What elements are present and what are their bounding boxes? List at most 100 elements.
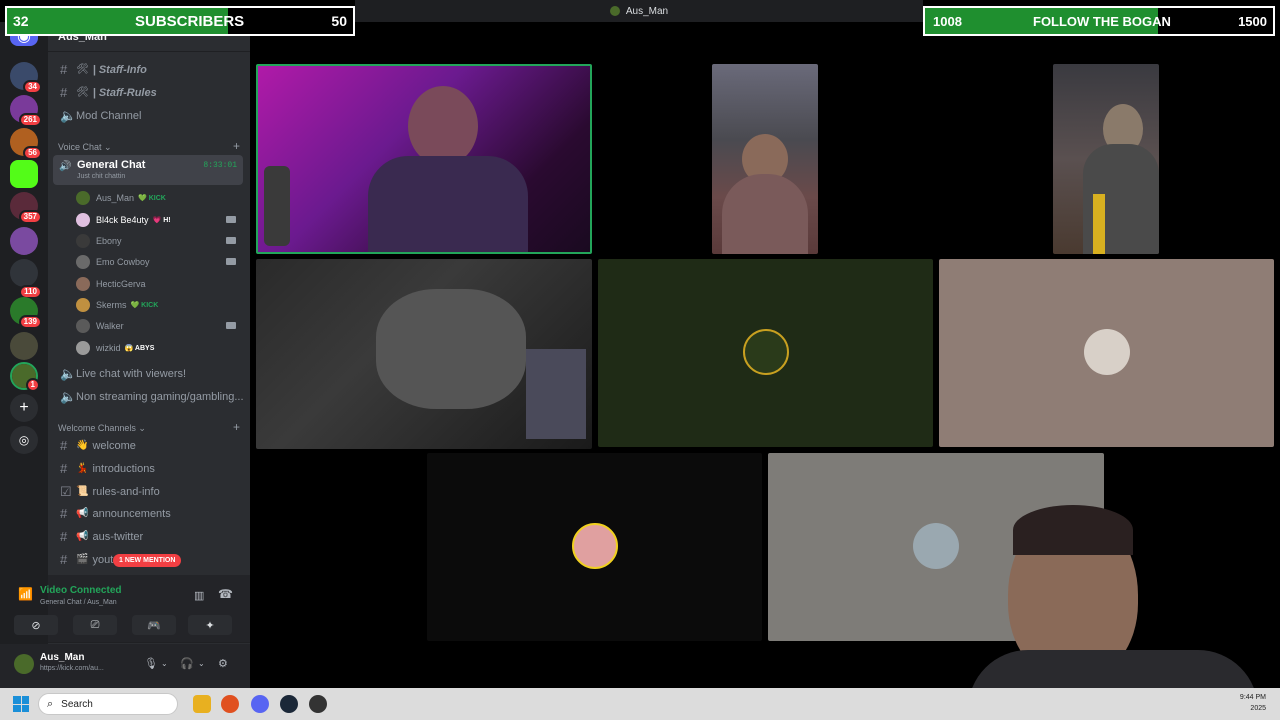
avatar (76, 254, 90, 269)
kick-server-icon[interactable] (10, 160, 38, 188)
voice-user[interactable]: Emo Cowboy (76, 251, 242, 272)
clapper-icon: 🎬 (76, 554, 89, 565)
headphones-icon[interactable]: 🎧 (180, 657, 194, 670)
screen-share-button[interactable]: ⎚ (73, 615, 117, 635)
hash-icon: # (60, 62, 68, 77)
server-icon[interactable]: 34 (10, 62, 42, 94)
gear-icon[interactable]: ⚙ (218, 657, 228, 670)
steam-icon[interactable] (280, 695, 298, 713)
category-welcome-channels[interactable]: Welcome Channels ⌄ (58, 423, 146, 434)
voice-user[interactable]: Ebony (76, 230, 242, 251)
user-tag: 😱 ABYS (124, 344, 155, 352)
server-icon[interactable]: 357 (10, 192, 42, 224)
channel-aus-twitter[interactable]: # 📢 aus-twitter (54, 526, 244, 547)
voice-user[interactable]: Walker (76, 315, 242, 336)
discord-icon[interactable] (251, 695, 269, 713)
voice-user-name: Aus_Man (96, 192, 135, 203)
video-tile[interactable] (939, 259, 1274, 447)
explore-icon[interactable]: ◎ (10, 426, 38, 454)
server-icon[interactable]: 261 (10, 95, 42, 127)
category-voice-chat[interactable]: Voice Chat ⌄ (58, 142, 112, 153)
taskbar-search[interactable]: ⌕ Search (38, 693, 178, 715)
microphone-icon[interactable]: 🎙 (144, 657, 158, 670)
avatar (76, 276, 90, 291)
channel-staff-rules[interactable]: # 🛠 | Staff-Rules (54, 82, 244, 103)
goal-current: 1008 (933, 13, 962, 29)
participant-avatar (1084, 329, 1130, 375)
add-server-icon[interactable]: + (10, 394, 38, 422)
avatar (76, 340, 90, 355)
file-explorer-icon[interactable] (193, 695, 211, 713)
avatar[interactable] (14, 654, 34, 674)
channel-label: | Staff-Rules (92, 86, 157, 99)
voice-user-name: Skerms (96, 299, 127, 310)
video-tile[interactable] (256, 64, 592, 254)
voice-user[interactable]: Skerms 💚 KICK (76, 294, 242, 315)
activities-button[interactable]: 🎮 (132, 615, 176, 635)
video-tile[interactable] (712, 64, 818, 254)
windows-start-icon[interactable] (13, 696, 29, 712)
camera-icon (226, 322, 236, 329)
server-icon[interactable] (10, 227, 38, 255)
channel-welcome[interactable]: # 👋 welcome (54, 435, 244, 456)
avatar (76, 212, 90, 227)
follow-goal-bar: 1008 FOLLOW THE BOGAN 1500 (923, 6, 1275, 36)
voice-user-name: wizkid (96, 342, 121, 353)
unread-badge: 261 (18, 113, 42, 127)
channel-label: welcome (92, 439, 136, 452)
voice-user[interactable]: HecticGerva (76, 273, 242, 294)
voice-channel-non-streaming[interactable]: 🔈 Non streaming gaming/gambling... (54, 386, 244, 407)
server-icon[interactable]: 56 (10, 128, 42, 160)
video-tile[interactable] (598, 259, 933, 447)
server-icon[interactable]: 110 (10, 259, 42, 299)
soundboard-button[interactable]: ✦ (188, 615, 232, 635)
new-mention-pill[interactable]: 1 NEW MENTION (113, 554, 182, 567)
soundboard-icon: ✦ (205, 619, 215, 632)
server-icon[interactable] (10, 332, 38, 360)
channel-label: announcements (92, 507, 171, 520)
voice-user[interactable]: Aus_Man 💚 KICK (76, 187, 242, 208)
channel-announcements[interactable]: # 📢 announcements (54, 503, 244, 524)
user-status: https://kick.com/au... (40, 665, 104, 672)
add-channel-icon[interactable]: + (233, 139, 240, 153)
speaker-icon: 🔊 (59, 161, 72, 172)
gamepad-icon: 🎮 (147, 619, 161, 632)
camera-icon (226, 237, 236, 244)
voice-channel-general[interactable]: 🔊 General Chat Just chit chattin 8:33:01 (53, 155, 243, 185)
hash-icon: # (60, 552, 68, 567)
hash-icon: # (60, 438, 68, 453)
channel-introductions[interactable]: # 💃 introductions (54, 458, 244, 479)
camera-off-button[interactable]: ⊘ (14, 615, 58, 635)
unread-badge: 56 (23, 146, 42, 160)
voice-user-name: Emo Cowboy (96, 256, 150, 267)
voice-status-subtitle: General Chat / Aus_Man (40, 599, 117, 606)
firefox-icon[interactable] (221, 695, 239, 713)
channel-rules-and-info[interactable]: ☑ 📜 rules-and-info (54, 481, 244, 502)
voice-user[interactable]: wizkid 😱 ABYS (76, 337, 242, 358)
taskbar-clock[interactable]: 9:44 PM 2025 (1240, 692, 1266, 714)
server-icon[interactable]: 1 (10, 362, 40, 392)
goal-label: FOLLOW THE BOGAN (1033, 13, 1171, 29)
channel-staff-info[interactable]: # 🛠 | Staff-Info (54, 59, 244, 80)
video-tile[interactable] (1053, 64, 1159, 254)
unread-badge: 34 (23, 80, 42, 94)
add-channel-icon[interactable]: + (233, 420, 240, 434)
chevron-down-icon[interactable]: ⌄ (161, 659, 168, 668)
video-tile[interactable] (256, 259, 592, 449)
voice-user[interactable]: Bl4ck Be4uty 💗 H! (76, 209, 242, 230)
voice-channel-live-chat[interactable]: 🔈 Live chat with viewers! (54, 363, 244, 384)
server-icon[interactable]: 139 (10, 297, 42, 329)
participant-video (376, 289, 526, 409)
hash-icon: # (60, 85, 68, 100)
channel-mod[interactable]: 🔈 Mod Channel (54, 105, 244, 126)
voice-status-panel: 📶 Video Connected General Chat / Aus_Man… (14, 575, 250, 643)
voice-user-name: Ebony (96, 235, 122, 246)
chevron-down-icon[interactable]: ⌄ (198, 659, 205, 668)
video-tile[interactable] (427, 453, 762, 641)
goal-target: 50 (331, 13, 347, 29)
speaker-icon: 🔈 (60, 388, 77, 404)
user-name: Aus_Man (40, 652, 85, 663)
noise-suppression-icon[interactable]: ▥ (194, 589, 204, 602)
disconnect-icon[interactable]: ☎ (218, 587, 233, 601)
obs-icon[interactable] (309, 695, 327, 713)
